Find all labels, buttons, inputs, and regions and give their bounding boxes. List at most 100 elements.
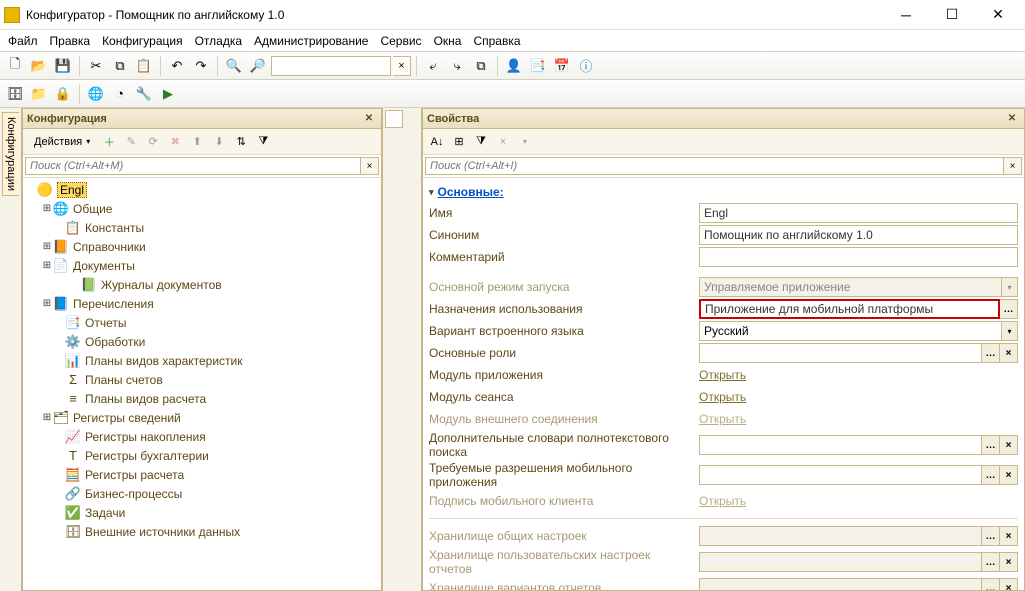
link-app-module-open[interactable]: Открыть xyxy=(699,368,746,382)
tree-search-clear-icon[interactable]: × xyxy=(361,157,379,175)
lock-icon[interactable]: 🔒 xyxy=(52,83,74,105)
filter-icon[interactable]: ⧩ xyxy=(471,132,491,152)
redo-icon[interactable]: ↷ xyxy=(190,55,212,77)
tree-search-input[interactable] xyxy=(25,157,361,175)
tree-row[interactable]: 📗Журналы документов xyxy=(23,275,381,294)
back-icon[interactable]: ⤶ xyxy=(422,55,444,77)
label-comment: Комментарий xyxy=(429,250,693,264)
maximize-button[interactable]: ☐ xyxy=(929,1,975,29)
tree-row[interactable]: 📊Планы видов характеристик xyxy=(23,351,381,370)
tree-row[interactable]: 🧮Регистры расчета xyxy=(23,465,381,484)
expand-icon[interactable]: ⊞ xyxy=(41,298,53,309)
close-button[interactable]: ✕ xyxy=(975,1,1021,29)
tree-row[interactable]: 📋Константы xyxy=(23,218,381,237)
expand-icon[interactable]: ⊞ xyxy=(41,203,53,214)
tree-row[interactable]: ΣПланы счетов xyxy=(23,370,381,389)
input-mobile-perms[interactable] xyxy=(699,465,982,485)
pie-icon[interactable]: ◔ xyxy=(109,83,131,105)
input-name[interactable] xyxy=(699,203,1018,223)
help-icon[interactable]: ⓘ xyxy=(575,55,597,77)
gear-icon[interactable]: 🔧 xyxy=(133,83,155,105)
splitter[interactable] xyxy=(382,108,422,591)
calendar-icon[interactable]: 📅 xyxy=(551,55,573,77)
menu-service[interactable]: Сервис xyxy=(380,34,421,48)
tree-row[interactable]: 🗄Внешние источники данных xyxy=(23,522,381,541)
main-roles-more-button[interactable]: … xyxy=(982,343,1000,363)
toolbar-search-input[interactable] xyxy=(271,56,391,76)
cut-icon[interactable]: ✂ xyxy=(85,55,107,77)
copy-icon[interactable]: ⧉ xyxy=(109,55,131,77)
forward-icon[interactable]: ⤷ xyxy=(446,55,468,77)
expand-icon[interactable]: ⊞ xyxy=(41,260,53,271)
link-session-module-open[interactable]: Открыть xyxy=(699,390,746,404)
input-comment[interactable] xyxy=(699,247,1018,267)
funnel-icon[interactable]: ⧩ xyxy=(253,132,273,152)
mobile-perms-more-button[interactable]: … xyxy=(982,465,1000,485)
expand-icon[interactable]: ⊞ xyxy=(41,241,53,252)
fulltext-clear-button[interactable]: × xyxy=(1000,435,1018,455)
open-icon[interactable]: 📂 xyxy=(28,55,50,77)
fulltext-more-button[interactable]: … xyxy=(982,435,1000,455)
menu-debug[interactable]: Отладка xyxy=(195,34,242,48)
paste-icon[interactable]: 📋 xyxy=(133,55,155,77)
menu-config[interactable]: Конфигурация xyxy=(102,34,183,48)
props-search-clear-icon[interactable]: × xyxy=(1004,157,1022,175)
config-panel-close-icon[interactable]: ✕ xyxy=(361,111,377,127)
expand-icon[interactable]: ⊞ xyxy=(41,412,53,423)
tree-node-icon: 🟡 xyxy=(37,182,53,198)
vtab-configurations[interactable]: Конфигурации xyxy=(2,112,19,196)
input-main-roles[interactable] xyxy=(699,343,982,363)
tree-node-icon: 📑 xyxy=(65,315,81,331)
tree-row[interactable]: ⚙️Обработки xyxy=(23,332,381,351)
folder-icon[interactable]: 📁 xyxy=(28,83,50,105)
splitter-tab-icon[interactable] xyxy=(385,110,403,128)
zoom-icon[interactable]: 🔎 xyxy=(247,55,269,77)
mobile-perms-clear-button[interactable]: × xyxy=(1000,465,1018,485)
tree-row[interactable]: ⊞📙Справочники xyxy=(23,237,381,256)
main-roles-clear-button[interactable]: × xyxy=(1000,343,1018,363)
save-icon[interactable]: 💾 xyxy=(52,55,74,77)
syntax-icon[interactable]: 👤 xyxy=(503,55,525,77)
sort-az-icon[interactable]: A↓ xyxy=(427,132,447,152)
categories-icon[interactable]: ⊞ xyxy=(449,132,469,152)
tree-row[interactable]: ⊞📘Перечисления xyxy=(23,294,381,313)
input-synonym[interactable] xyxy=(699,225,1018,245)
tree-node-icon: ⚙️ xyxy=(65,334,81,350)
find-icon[interactable]: 🔍 xyxy=(223,55,245,77)
toolbar-search-clear-icon[interactable]: × xyxy=(393,56,411,76)
new-icon[interactable]: 🗋 xyxy=(4,55,26,77)
tree-row[interactable]: ✅Задачи xyxy=(23,503,381,522)
undo-icon[interactable]: ↶ xyxy=(166,55,188,77)
sort-icon[interactable]: ⇅ xyxy=(231,132,251,152)
play-icon[interactable]: ▶ xyxy=(157,83,179,105)
props-search-input[interactable] xyxy=(425,157,1004,175)
input-usage-purpose[interactable]: Приложение для мобильной платформы xyxy=(699,299,1000,319)
globe-icon[interactable]: 🌐 xyxy=(85,83,107,105)
add-icon[interactable]: ＋ xyxy=(99,132,119,152)
menu-windows[interactable]: Окна xyxy=(434,34,462,48)
tree-row[interactable]: 📈Регистры накопления xyxy=(23,427,381,446)
config-tree[interactable]: 🟡Engl⊞🌐Общие📋Константы⊞📙Справочники⊞📄Док… xyxy=(23,178,381,590)
tree-row[interactable]: 🟡Engl xyxy=(23,180,381,199)
minimize-button[interactable]: ─ xyxy=(883,1,929,29)
menu-edit[interactable]: Правка xyxy=(50,34,91,48)
copy2-icon[interactable]: ⧉ xyxy=(470,55,492,77)
tree-row[interactable]: ⊞📄Документы xyxy=(23,256,381,275)
tree-row[interactable]: 🔗Бизнес-процессы xyxy=(23,484,381,503)
input-fulltext-dict[interactable] xyxy=(699,435,982,455)
check-icon[interactable]: 📑 xyxy=(527,55,549,77)
properties-panel-close-icon[interactable]: ✕ xyxy=(1004,111,1020,127)
usage-purpose-more-button[interactable]: … xyxy=(1000,299,1018,319)
menu-admin[interactable]: Администрирование xyxy=(254,34,368,48)
db-icon[interactable]: 🗄 xyxy=(4,83,26,105)
tree-row[interactable]: ТРегистры бухгалтерии xyxy=(23,446,381,465)
menu-help[interactable]: Справка xyxy=(473,34,520,48)
chevron-down-icon[interactable]: ▾ xyxy=(1001,322,1017,340)
menu-file[interactable]: Файл xyxy=(8,34,38,48)
tree-row[interactable]: 📑Отчеты xyxy=(23,313,381,332)
tree-row[interactable]: ≡Планы видов расчета xyxy=(23,389,381,408)
tree-row[interactable]: ⊞🌐Общие xyxy=(23,199,381,218)
select-lang-variant[interactable]: Русский ▾ xyxy=(699,321,1018,341)
actions-menu-button[interactable]: Действия▾ xyxy=(27,133,97,151)
tree-row[interactable]: ⊞🗂Регистры сведений xyxy=(23,408,381,427)
